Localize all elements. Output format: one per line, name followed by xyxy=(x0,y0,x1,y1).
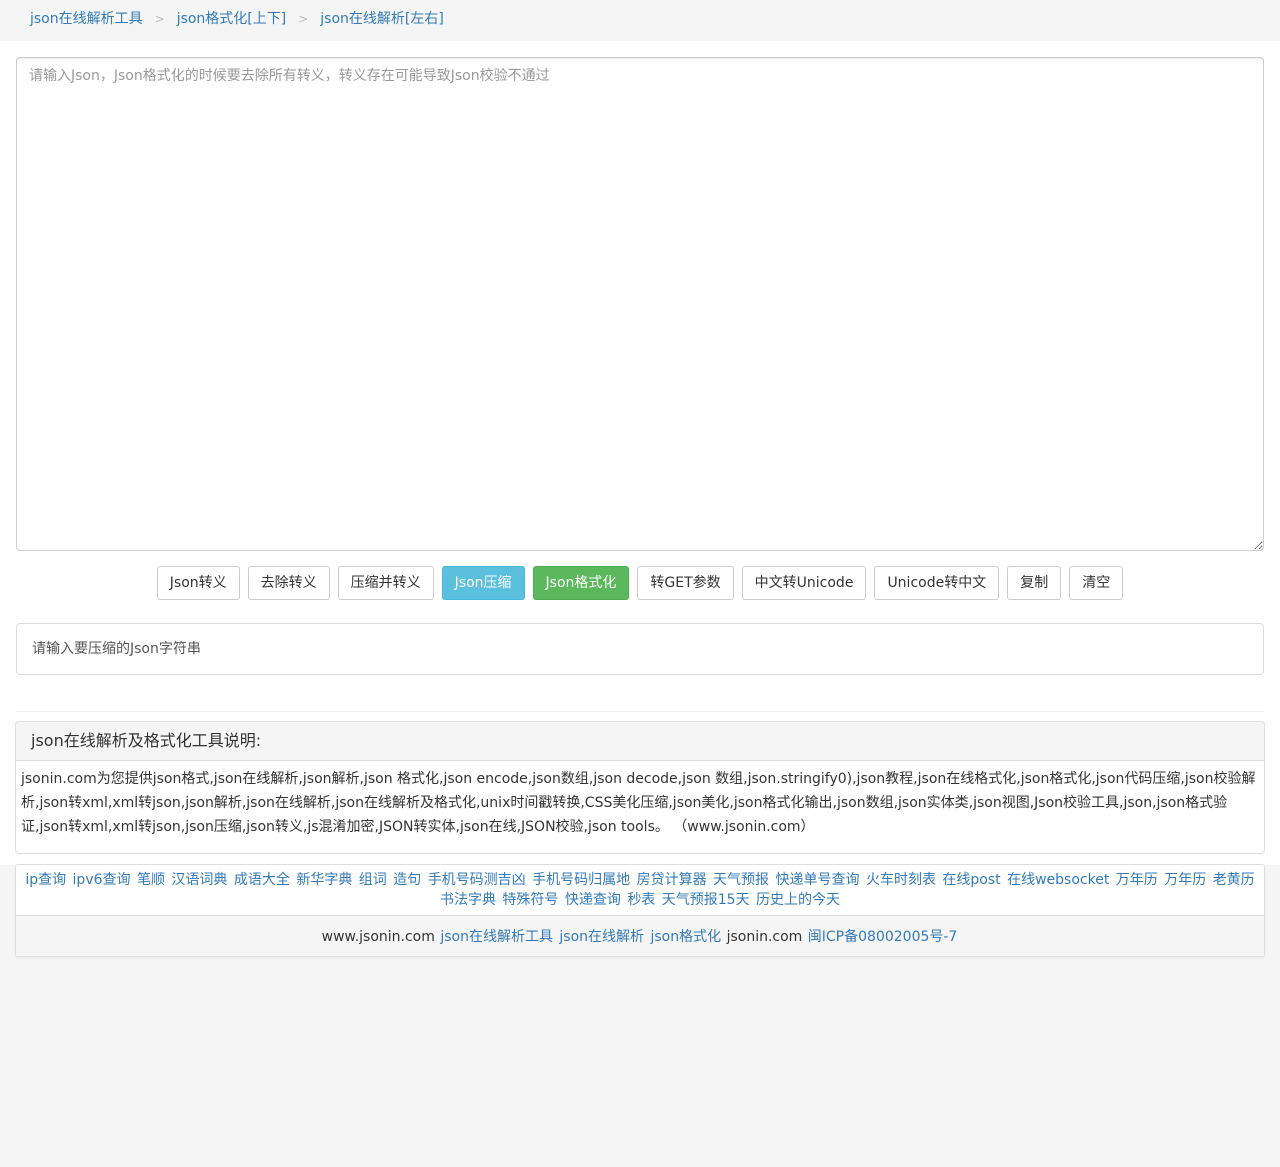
breadcrumb: json在线解析工具 > json格式化[上下] > json在线解析[左右] xyxy=(0,0,1280,41)
toolbar: Json转义 去除转义 压缩并转义 Json压缩 Json格式化 转GET参数 … xyxy=(0,566,1280,601)
link-today-in-history[interactable]: 历史上的今天 xyxy=(756,892,840,908)
link-stopwatch[interactable]: 秒表 xyxy=(627,892,655,908)
json-compress-button[interactable]: Json压缩 xyxy=(441,566,525,600)
footer: www.jsonin.com json在线解析工具 json在线解析 json格… xyxy=(16,916,1264,956)
description-title: json在线解析及格式化工具说明: xyxy=(16,722,1264,761)
link-calligraphy-dictionary[interactable]: 书法字典 xyxy=(440,892,496,908)
compress-escape-button[interactable]: 压缩并转义 xyxy=(337,566,434,600)
unicode-to-chinese-button[interactable]: Unicode转中文 xyxy=(874,566,1000,600)
json-escape-button[interactable]: Json转义 xyxy=(156,566,240,600)
footer-link-json-parser[interactable]: json在线解析 xyxy=(559,929,644,945)
link-weather-15-days[interactable]: 天气预报15天 xyxy=(662,892,750,908)
footer-icp-link[interactable]: 闽ICP备08002005号-7 xyxy=(808,929,958,945)
footer-link-json-format[interactable]: json格式化 xyxy=(651,929,722,945)
breadcrumb-format-vertical[interactable]: json格式化[上下] xyxy=(177,11,287,27)
link-almanac[interactable]: 老黄历 xyxy=(1213,872,1255,888)
footer-domain: jsonin.com xyxy=(726,929,803,945)
link-tracking-number[interactable]: 快递单号查询 xyxy=(776,872,860,888)
footer-link-json-parser-tool[interactable]: json在线解析工具 xyxy=(440,929,553,945)
breadcrumb-separator: > xyxy=(154,12,165,26)
link-mortgage-calculator[interactable]: 房贷计算器 xyxy=(637,872,707,888)
link-special-symbols[interactable]: 特殊符号 xyxy=(502,892,558,908)
main-panel: Json转义 去除转义 压缩并转义 Json压缩 Json格式化 转GET参数 … xyxy=(0,41,1280,865)
link-calendar[interactable]: 万年历 xyxy=(1116,872,1158,888)
link-idioms[interactable]: 成语大全 xyxy=(234,872,290,888)
link-ip-lookup[interactable]: ip查询 xyxy=(25,872,66,888)
link-online-post[interactable]: 在线post xyxy=(942,872,1000,888)
link-stroke-order[interactable]: 笔顺 xyxy=(137,872,165,888)
link-sentences[interactable]: 造句 xyxy=(393,872,421,888)
link-ipv6-lookup[interactable]: ipv6查询 xyxy=(73,872,131,888)
divider xyxy=(16,684,1264,712)
link-train-schedule[interactable]: 火车时刻表 xyxy=(866,872,936,888)
link-weather[interactable]: 天气预报 xyxy=(713,872,769,888)
remove-escape-button[interactable]: 去除转义 xyxy=(247,566,330,600)
footer-site: www.jsonin.com xyxy=(321,929,435,945)
link-xinhua-dictionary[interactable]: 新华字典 xyxy=(296,872,352,888)
description-body: jsonin.com为您提供json格式,json在线解析,json解析,jso… xyxy=(21,771,1256,835)
link-phone-location[interactable]: 手机号码归属地 xyxy=(532,872,630,888)
breadcrumb-parse-horizontal[interactable]: json在线解析[左右] xyxy=(320,11,444,27)
json-input[interactable] xyxy=(16,57,1264,551)
json-format-button[interactable]: Json格式化 xyxy=(532,566,630,600)
result-output: 请输入要压缩的Json字符串 xyxy=(16,623,1264,675)
link-express-lookup[interactable]: 快递查询 xyxy=(565,892,621,908)
link-calendar-2[interactable]: 万年历 xyxy=(1164,872,1206,888)
breadcrumb-separator: > xyxy=(298,12,309,26)
breadcrumb-json-parser[interactable]: json在线解析工具 xyxy=(30,11,143,27)
to-get-params-button[interactable]: 转GET参数 xyxy=(637,566,734,600)
link-word-groups[interactable]: 组词 xyxy=(359,872,387,888)
link-online-websocket[interactable]: 在线websocket xyxy=(1007,872,1109,888)
related-links: ip查询 ipv6查询 笔顺 汉语词典 成语大全 新华字典 组词 造句 手机号码… xyxy=(16,865,1264,916)
chinese-to-unicode-button[interactable]: 中文转Unicode xyxy=(741,566,867,600)
description-panel: json在线解析及格式化工具说明: jsonin.com为您提供json格式,j… xyxy=(15,721,1265,854)
clear-button[interactable]: 清空 xyxy=(1069,566,1124,600)
copy-button[interactable]: 复制 xyxy=(1007,566,1062,600)
link-chinese-dictionary[interactable]: 汉语词典 xyxy=(171,872,227,888)
links-panel: ip查询 ipv6查询 笔顺 汉语词典 成语大全 新华字典 组词 造句 手机号码… xyxy=(15,864,1265,957)
link-phone-fortune[interactable]: 手机号码测吉凶 xyxy=(428,872,526,888)
